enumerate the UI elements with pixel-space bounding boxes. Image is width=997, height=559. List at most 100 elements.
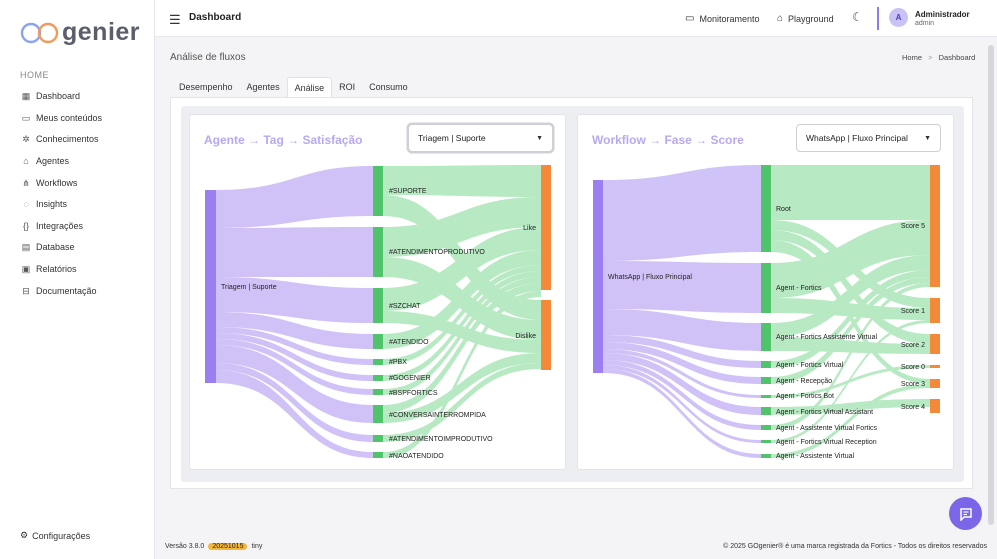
node-label-tag: #BSPFORTICS: [389, 390, 438, 397]
grid-icon: ▦: [21, 90, 31, 101]
node-label-tag: #SUPORTE: [389, 188, 427, 195]
sankey-card-workflow: Workflow → Fase → Score WhatsApp | Fluxo…: [577, 114, 954, 470]
sidebar-item-configuracoes[interactable]: ⚙ Configurações: [20, 530, 90, 541]
node-label-phase: Agent - Fortics Virtual Assistant: [776, 409, 873, 416]
breadcrumb-current: Dashboard: [938, 53, 976, 62]
sankey-node-phase: [761, 395, 771, 398]
node-label-phase: Agent - Fortics Assistente Virtual: [776, 334, 877, 341]
flow-icon: ⋔: [22, 177, 30, 188]
sidebar-item-meus-conteudos[interactable]: ▭ Meus conteúdos: [20, 110, 102, 126]
sankey-node-phase: [761, 263, 771, 313]
sankey-node-phase: [761, 361, 771, 368]
version-info: Versão 3.8.0 20251015 tiny: [165, 543, 262, 550]
analysis-panel: Agente → Tag → Satisfação Triagem | Supo…: [170, 97, 973, 489]
node-label-tag: #CONVERSAINTERROMPIDA: [389, 412, 486, 419]
node-label-score: Score 2: [901, 342, 925, 349]
menu-toggle-icon[interactable]: ☰: [169, 12, 181, 28]
version-label: Versão 3.8.0: [165, 543, 205, 550]
monitoramento-link[interactable]: ▭ Monitoramento: [685, 13, 759, 24]
playground-icon: ⌂: [777, 13, 784, 24]
divider: [877, 7, 879, 30]
sankey-node-phase: [761, 454, 771, 458]
page-header-title: Dashboard: [189, 12, 242, 23]
sankey-node-like: [541, 165, 551, 290]
chat-button[interactable]: [949, 497, 982, 530]
sankey-node-phase: [761, 323, 771, 351]
playground-label: Playground: [788, 13, 834, 24]
sidebar-item-dashboard[interactable]: ▦ Dashboard: [20, 88, 80, 104]
sankey-node-phase: [761, 377, 771, 384]
tab-analise[interactable]: Análise: [286, 77, 333, 97]
folder-icon: ▭: [21, 112, 31, 123]
sidebar-item-integracoes[interactable]: {} Integrações: [20, 218, 83, 234]
sidebar: genier HOME ▦ Dashboard ▭ Meus conteúdos ✲…: [0, 0, 155, 559]
sankey-node-tag: [373, 227, 383, 277]
tab-roi[interactable]: ROI: [332, 77, 362, 97]
node-label-phase: Agent - Assistente Virtual: [776, 453, 855, 460]
brand-logo[interactable]: genier: [20, 18, 140, 47]
sidebar-item-documentacao[interactable]: ⊟ Documentação: [20, 283, 96, 299]
node-label-score: Score 0: [901, 364, 925, 371]
playground-link[interactable]: ⌂ Playground: [777, 13, 834, 24]
sankey-node-tag: [373, 435, 383, 442]
sidebar-item-workflows[interactable]: ⋔ Workflows: [20, 175, 77, 191]
node-label-tag: #SZCHAT: [389, 303, 421, 310]
tab-consumo[interactable]: Consumo: [362, 77, 415, 97]
tab-desempenho[interactable]: Desempenho: [172, 77, 240, 97]
topbar: ☰ Dashboard ▭ Monitoramento ⌂ Playground ☾…: [155, 0, 997, 37]
breadcrumb-separator: >: [928, 53, 933, 62]
sankey-agente-chart: Triagem | Suporte #SUPORTE #ATENDIMENTOP…: [205, 165, 551, 460]
user-name: Administrador: [915, 10, 970, 19]
node-label-tag: #ATENDIDO: [389, 339, 429, 346]
build-tag: tiny: [251, 543, 263, 550]
sankey-node-source: [593, 180, 603, 373]
logo-text: genier: [62, 18, 141, 46]
tab-agentes[interactable]: Agentes: [240, 77, 287, 97]
avatar[interactable]: A: [889, 8, 908, 27]
sankey-node-tag: [373, 452, 383, 458]
sankey-node-tag: [373, 375, 383, 381]
node-label-dislike: Dislike: [515, 333, 536, 340]
sidebar-item-label: Dashboard: [36, 91, 81, 101]
sidebar-item-label: Configurações: [32, 530, 91, 541]
gear-icon: ⚙: [20, 530, 29, 540]
node-label-like: Like: [523, 225, 536, 232]
sidebar-item-database[interactable]: ▤ Database: [20, 239, 75, 255]
book-icon: ⊟: [22, 285, 30, 296]
chat-icon: [959, 507, 972, 521]
node-label-phase: Agent - Fortics Bot: [776, 393, 834, 400]
sankey-workflow-chart: WhatsApp | Fluxo Principal Root Agent - …: [593, 165, 940, 460]
sidebar-item-conhecimentos[interactable]: ✲ Conhecimentos: [20, 131, 98, 147]
sankey-node-score: [930, 165, 940, 287]
monitor-icon: ▭: [685, 13, 695, 24]
sankey-node-source: [205, 190, 216, 383]
node-label-phase: Agent - Fortics Virtual: [776, 362, 844, 369]
sidebar-item-relatorios[interactable]: ▣ Relatórios: [20, 261, 77, 277]
sankey-node-tag: [373, 166, 383, 216]
node-label-tag: #ATENDIMENTOPRODUTIVO: [389, 249, 485, 256]
sankey-node-phase: [761, 407, 771, 415]
node-label-phase: Agent - Assistente Virtual Fortics: [776, 425, 878, 432]
sidebar-item-label: Relatórios: [36, 264, 77, 274]
copyright: © 2025 GOgenier® é uma marca registrada …: [723, 543, 987, 550]
sankey-node-score: [930, 334, 940, 354]
scrollbar[interactable]: [988, 45, 994, 525]
breadcrumb-home[interactable]: Home: [902, 53, 922, 62]
sankey-node-phase: [761, 165, 771, 252]
sidebar-item-insights[interactable]: ◌ Insights: [20, 196, 67, 212]
sankey-node-score: [930, 379, 940, 388]
sankey-node-phase: [761, 425, 771, 430]
node-label-phase: Agent - Recepção: [776, 378, 832, 385]
node-label-tag: #GOGENIER: [389, 375, 431, 382]
node-label-phase: Agent - Fortics Virtual Reception: [776, 439, 877, 446]
sidebar-item-label: Database: [36, 242, 75, 252]
sankey-card-agente: Agente → Tag → Satisfação Triagem | Supo…: [189, 114, 566, 470]
sankey-node-tag: [373, 389, 383, 395]
database-icon: ▤: [21, 241, 31, 252]
user-role: admin: [915, 20, 935, 27]
node-label-tag: #ATENDIMENTOIMPRODUTIVO: [389, 436, 493, 443]
node-label-source: WhatsApp | Fluxo Principal: [608, 274, 692, 281]
theme-toggle-moon-icon[interactable]: ☾: [852, 10, 863, 24]
sidebar-item-label: Insights: [36, 199, 68, 209]
sidebar-item-agentes[interactable]: ⌂ Agentes: [20, 153, 69, 169]
